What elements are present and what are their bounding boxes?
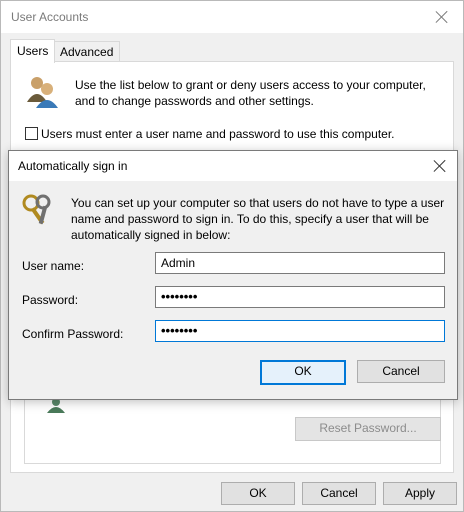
keys-icon — [22, 194, 51, 225]
auto-sign-in-dialog: Automatically sign in You can set up you… — [8, 150, 458, 400]
dialog-close-icon[interactable] — [431, 157, 449, 175]
users-intro-text: Use the list below to grant or deny user… — [75, 78, 426, 108]
reset-password-button[interactable]: Reset Password... — [295, 417, 441, 441]
window-titlebar: User Accounts — [1, 1, 463, 33]
username-label: User name: — [22, 259, 85, 273]
require-password-checkbox[interactable] — [25, 127, 38, 140]
footer-ok-button[interactable]: OK — [221, 482, 295, 505]
confirm-password-label: Confirm Password: — [22, 327, 124, 341]
password-label: Password: — [22, 293, 79, 307]
window-close-icon[interactable] — [433, 8, 451, 26]
window-title: User Accounts — [11, 10, 89, 24]
dialog-title: Automatically sign in — [18, 159, 128, 173]
footer-cancel-button[interactable]: Cancel — [302, 482, 376, 505]
tab-advanced-label: Advanced — [60, 45, 114, 59]
require-password-label[interactable]: Users must enter a user name and passwor… — [41, 127, 395, 141]
user-password-group: Reset Password... — [24, 392, 441, 464]
password-field[interactable]: •••••••• — [155, 286, 445, 308]
dialog-ok-button[interactable]: OK — [260, 360, 346, 385]
users-icon — [27, 77, 58, 108]
tab-users-label: Users — [17, 44, 49, 58]
dialog-titlebar: Automatically sign in — [9, 151, 457, 181]
dialog-cancel-button[interactable]: Cancel — [357, 360, 445, 383]
dialog-description: You can set up your computer so that use… — [71, 196, 445, 242]
footer-apply-button[interactable]: Apply — [383, 482, 457, 505]
confirm-password-field[interactable]: •••••••• — [155, 320, 445, 342]
username-field[interactable]: Admin — [155, 252, 445, 274]
tab-advanced[interactable]: Advanced — [53, 41, 121, 62]
tab-users[interactable]: Users — [10, 39, 56, 63]
